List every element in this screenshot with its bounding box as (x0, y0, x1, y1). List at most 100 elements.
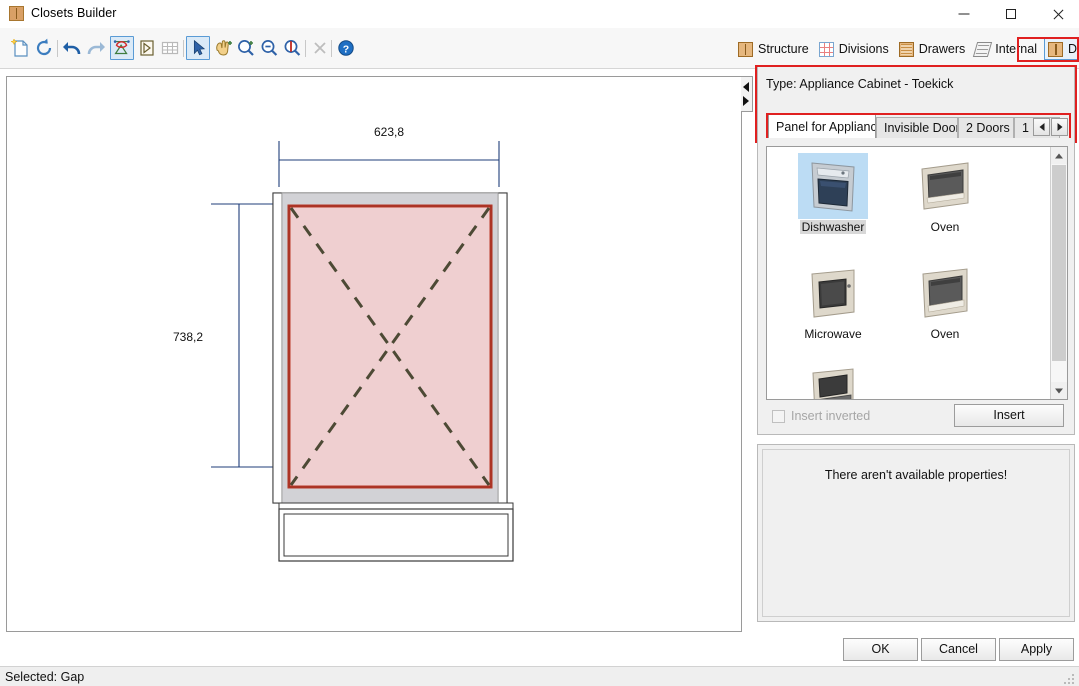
help-button[interactable]: ? (334, 36, 358, 60)
structure-icon (738, 42, 753, 57)
doors-icon (1048, 42, 1063, 57)
appliance-picker-group: Dishwasher Oven (757, 138, 1075, 435)
panel-tab-panel-for-appliance[interactable]: Panel for Appliance (768, 114, 876, 138)
oven-icon (910, 260, 980, 326)
list-item[interactable]: Oven (893, 153, 997, 234)
triangle-left-icon (743, 82, 749, 92)
zoom-fit-button[interactable] (280, 36, 304, 60)
list-item-label: Microwave (802, 327, 863, 341)
divisions-icon (819, 42, 834, 57)
dishwasher-icon (798, 153, 868, 219)
app-icon (9, 6, 24, 21)
flag-button[interactable] (135, 36, 159, 60)
doors-properties-panel: Type: Appliance Cabinet - Toekick Panel … (757, 66, 1075, 632)
tab-drawers[interactable]: Drawers (896, 38, 970, 60)
toolbar-separator (331, 40, 332, 57)
toolbar-separator (57, 40, 58, 57)
scroll-down-button[interactable] (1051, 382, 1067, 399)
new-document-icon (8, 36, 32, 60)
redo-button[interactable] (84, 36, 108, 60)
window-title: Closets Builder (31, 6, 117, 20)
list-scrollbar[interactable] (1050, 147, 1067, 399)
resize-grip[interactable] (1064, 672, 1076, 684)
status-text: Selected: Gap (5, 670, 84, 684)
list-item[interactable] (781, 367, 885, 400)
width-dimension-label: 623,8 (374, 125, 404, 139)
maximize-icon (1006, 9, 1016, 19)
status-bar: Selected: Gap (0, 666, 1079, 686)
tab-internal[interactable]: Internal (972, 38, 1041, 60)
reload-button[interactable] (32, 36, 56, 60)
drawers-icon (899, 42, 914, 57)
list-item[interactable]: Oven (893, 260, 997, 341)
dishwasher-thumbnail (798, 153, 868, 219)
new-document-button[interactable] (8, 36, 32, 60)
design-canvas[interactable]: 623,8 738,2 (6, 76, 742, 632)
tab-scroll-left-button[interactable] (1033, 118, 1050, 136)
zoom-out-button[interactable] (257, 36, 281, 60)
tab-scroll-right-button[interactable] (1051, 118, 1068, 136)
help-icon: ? (334, 36, 358, 60)
svg-text:?: ? (343, 43, 349, 55)
properties-message: There aren't available properties! (763, 468, 1069, 482)
maximize-button[interactable] (988, 0, 1033, 28)
close-x-icon (308, 36, 332, 60)
scrollbar-thumb[interactable] (1052, 165, 1066, 361)
height-dimension-label: 738,2 (173, 330, 203, 344)
type-label: Type: Appliance Cabinet - Toekick (766, 77, 953, 91)
insert-button[interactable]: Insert (954, 404, 1064, 427)
tab-drawers-label: Drawers (919, 42, 966, 56)
insert-inverted-checkbox[interactable]: Insert inverted (772, 409, 870, 423)
select-pointer-button[interactable] (186, 36, 210, 60)
properties-box: There aren't available properties! (757, 444, 1075, 622)
minimize-icon (958, 14, 969, 15)
list-item-label: Oven (929, 327, 962, 341)
tab-divisions[interactable]: Divisions (816, 38, 893, 60)
oven-thumbnail (910, 153, 980, 219)
edit-shape-button[interactable] (110, 36, 134, 60)
pan-hand-button[interactable] (211, 36, 235, 60)
tab-structure[interactable]: Structure (735, 38, 813, 60)
ok-button[interactable]: OK (843, 638, 918, 661)
toolbar-separator (183, 40, 184, 57)
cancel-button[interactable]: Cancel (921, 638, 996, 661)
scroll-right-icon (1057, 123, 1062, 131)
oven-icon (798, 367, 868, 400)
insert-inverted-label: Insert inverted (791, 409, 870, 423)
tab-doors-label: Doors (1068, 42, 1079, 56)
zoom-in-icon (234, 36, 258, 60)
redo-icon (84, 36, 108, 60)
panel-tab-2-doors[interactable]: 2 Doors (958, 117, 1014, 138)
appliance-thumbnail-partial (798, 367, 868, 400)
delete-button[interactable] (308, 36, 332, 60)
refresh-icon (32, 36, 56, 60)
list-item[interactable]: Microwave (781, 260, 885, 341)
undo-button[interactable] (60, 36, 84, 60)
tab-divisions-label: Divisions (839, 42, 889, 56)
cabinet-drawing: 623,8 738,2 (7, 77, 741, 631)
minimize-button[interactable] (941, 0, 986, 28)
panel-tabs: Panel for Appliance Invisible Door 2 Doo… (757, 114, 1075, 138)
oven-thumbnail (910, 260, 980, 326)
panel-tab-invisible-door[interactable]: Invisible Door (876, 117, 958, 138)
close-button[interactable] (1035, 0, 1079, 28)
tab-internal-label: Internal (995, 42, 1037, 56)
tab-structure-label: Structure (758, 42, 809, 56)
panel-collapse-handle[interactable] (741, 76, 753, 112)
internal-icon (973, 42, 992, 57)
scroll-left-icon (1039, 123, 1044, 131)
list-item[interactable]: Dishwasher (781, 153, 885, 234)
list-item-label: Oven (929, 220, 962, 234)
grid-button[interactable] (158, 36, 182, 60)
apply-button[interactable]: Apply (999, 638, 1074, 661)
zoom-in-button[interactable] (234, 36, 258, 60)
chevron-up-icon (1055, 153, 1063, 158)
close-icon (1052, 8, 1064, 20)
scroll-up-button[interactable] (1051, 147, 1067, 164)
tab-doors[interactable]: Doors (1044, 38, 1079, 60)
cursor-arrow-icon (187, 37, 209, 59)
checkbox-box[interactable] (772, 410, 785, 423)
appliance-list[interactable]: Dishwasher Oven (766, 146, 1068, 400)
microwave-icon (798, 260, 868, 326)
microwave-thumbnail (798, 260, 868, 326)
